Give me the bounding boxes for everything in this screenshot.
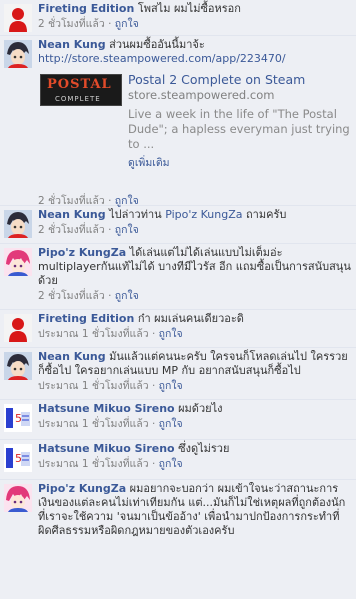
thumbnail-title: POSTAL	[47, 77, 112, 92]
comment-item: Fireting Edition ก๋า ผมเล่นคนเดียวอะดิ ป…	[0, 310, 356, 348]
comment-author[interactable]: Nean Kung	[38, 350, 106, 363]
comment-time[interactable]: 2 ชั่วโมงที่แล้ว	[38, 18, 105, 30]
comment-text: โพสไม ผมไม่ซื้อหรอก	[137, 2, 241, 15]
comment-item: Nean Kung มันแล้วแต่คนนะครับ ใครจนก็โหลด…	[0, 348, 356, 400]
comment-text: ผมด้วยไง	[178, 402, 223, 415]
comment-text-suffix: ถามครับ	[246, 208, 287, 221]
mention-link[interactable]: Pipo'z KungZa	[165, 208, 242, 221]
attachment-domain: store.steampowered.com	[128, 88, 275, 102]
see-more-link[interactable]: ดูเพิ่มเติม	[128, 156, 352, 170]
comment-meta: 2 ชั่วโมงที่แล้ว · ถูกใจ	[38, 290, 139, 302]
sticker-avatar[interactable]: 5	[4, 444, 32, 472]
comment-author[interactable]: Pipo'z KungZa	[38, 246, 126, 259]
comment-time[interactable]: 2 ชั่วโมงที่แล้ว	[38, 224, 105, 236]
comment-item: 5 Hatsune Mikuo Sireno ซึ่งดูไม่รวย ประม…	[0, 440, 356, 480]
link-attachment[interactable]: POSTAL COMPLETE Postal 2 Complete on Ste…	[38, 72, 352, 190]
anime-boy-avatar[interactable]	[4, 40, 32, 68]
anime-boy-avatar[interactable]	[4, 352, 32, 380]
comment-meta: 2 ชั่วโมงที่แล้ว · ถูกใจ	[38, 18, 139, 30]
comment-item: 5 Hatsune Mikuo Sireno ผมด้วยไง ประมาณ 1…	[0, 400, 356, 440]
comment-meta: ประมาณ 1 ชั่วโมงที่แล้ว · ถูกใจ	[38, 458, 183, 470]
attachment-description: Live a week in the life of "The Postal D…	[128, 107, 350, 151]
svg-text:5: 5	[15, 412, 22, 425]
comment-meta: ประมาณ 1 ชั่วโมงที่แล้ว · ถูกใจ	[38, 328, 183, 340]
comment-text: ซึ่งดูไม่รวย	[178, 442, 230, 455]
attachment-title[interactable]: Postal 2 Complete on Steam	[128, 72, 352, 88]
anime-boy-avatar[interactable]	[4, 210, 32, 238]
thumbnail-subtitle: COMPLETE	[55, 95, 101, 103]
like-link[interactable]: ถูกใจ	[159, 418, 183, 430]
comment-author[interactable]: Nean Kung	[38, 208, 106, 221]
comment-text: ส่วนผมซื้ออันนี้มาจ้ะ	[109, 38, 205, 51]
shared-link[interactable]: http://store.steampowered.com/app/223470…	[38, 52, 352, 66]
comment-author[interactable]: Hatsune Mikuo Sireno	[38, 442, 175, 455]
comment-item: Pipo'z KungZa ผมอยากจะบอกว่า ผมเข้าใจนะว…	[0, 480, 356, 576]
comment-text: ก๋า ผมเล่นคนเดียวอะดิ	[137, 312, 244, 325]
like-link[interactable]: ถูกใจ	[159, 458, 183, 470]
sticker-avatar[interactable]: 5	[4, 404, 32, 432]
comment-feed: Fireting Edition โพสไม ผมไม่ซื้อหรอก 2 ช…	[0, 0, 356, 576]
comment-author[interactable]: Nean Kung	[38, 38, 106, 51]
like-link[interactable]: ถูกใจ	[159, 328, 183, 340]
comment-time[interactable]: ประมาณ 1 ชั่วโมงที่แล้ว	[38, 380, 149, 392]
comment-meta: ประมาณ 1 ชั่วโมงที่แล้ว · ถูกใจ	[38, 418, 183, 430]
like-link[interactable]: ถูกใจ	[115, 18, 139, 30]
comment-time[interactable]: ประมาณ 1 ชั่วโมงที่แล้ว	[38, 458, 149, 470]
like-link[interactable]: ถูกใจ	[115, 224, 139, 236]
comment-meta: 2 ชั่วโมงที่แล้ว · ถูกใจ	[38, 224, 139, 236]
red-silhouette-avatar[interactable]	[4, 4, 32, 32]
comment-item: Nean Kung ส่วนผมซื้ออันนี้มาจ้ะ http://s…	[0, 36, 356, 207]
like-link[interactable]: ถูกใจ	[159, 380, 183, 392]
comment-author[interactable]: Hatsune Mikuo Sireno	[38, 402, 175, 415]
anime-pink-avatar[interactable]	[4, 484, 32, 512]
comment-author[interactable]: Pipo'z KungZa	[38, 482, 126, 495]
red-silhouette-avatar[interactable]	[4, 314, 32, 342]
anime-pink-avatar[interactable]	[4, 248, 32, 276]
comment-item: Pipo'z KungZa ได้เล่นแต่ไม่ได้เล่นแบบไม่…	[0, 244, 356, 310]
comment-text: ไปล่าวท่าน	[109, 208, 162, 221]
comment-author[interactable]: Fireting Edition	[38, 2, 134, 15]
comment-item: Nean Kung ไปล่าวท่าน Pipo'z KungZa ถามคร…	[0, 206, 356, 244]
comment-time[interactable]: ประมาณ 1 ชั่วโมงที่แล้ว	[38, 328, 149, 340]
postal-thumbnail[interactable]: POSTAL COMPLETE	[40, 74, 122, 106]
comment-time[interactable]: ประมาณ 1 ชั่วโมงที่แล้ว	[38, 418, 149, 430]
comment-meta: ประมาณ 1 ชั่วโมงที่แล้ว · ถูกใจ	[38, 380, 183, 392]
comment-author[interactable]: Fireting Edition	[38, 312, 134, 325]
comment-time[interactable]: 2 ชั่วโมงที่แล้ว	[38, 290, 105, 302]
like-link[interactable]: ถูกใจ	[115, 290, 139, 302]
svg-text:5: 5	[15, 452, 22, 465]
comment-item: Fireting Edition โพสไม ผมไม่ซื้อหรอก 2 ช…	[0, 0, 356, 36]
